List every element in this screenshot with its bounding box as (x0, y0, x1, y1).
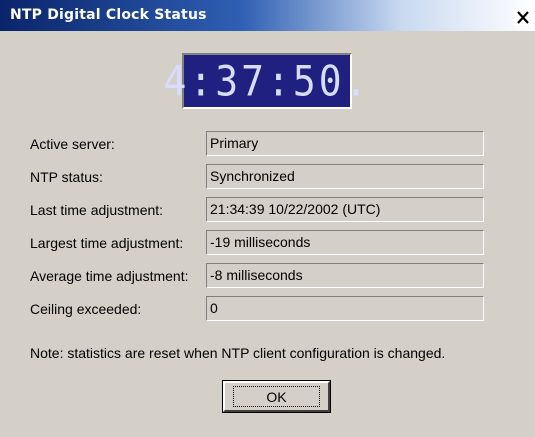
ceiling-exceeded-field: 0 (206, 296, 484, 321)
ntp-status-label: NTP status: (30, 169, 103, 185)
active-server-label: Active server: (30, 136, 115, 152)
title-bar[interactable]: NTP Digital Clock Status (0, 0, 535, 31)
ok-button-label: OK (233, 386, 320, 407)
ceiling-exceeded-label: Ceiling exceeded: (30, 301, 142, 317)
close-icon (516, 10, 530, 24)
statistics-note: Note: statistics are reset when NTP clie… (30, 345, 446, 361)
last-time-adjustment-label: Last time adjustment: (30, 202, 164, 218)
digital-clock-display: 4:37:50. (163, 53, 368, 109)
average-time-adjustment-label: Average time adjustment: (30, 268, 189, 284)
active-server-field: Primary (206, 131, 484, 156)
ntp-status-dialog: NTP Digital Clock Status 4:37:50. Active… (0, 0, 535, 437)
largest-time-adjustment-label: Largest time adjustment: (30, 235, 184, 251)
last-time-adjustment-field: 21:34:39 10/22/2002 (UTC) (206, 197, 484, 222)
ok-button[interactable]: OK (222, 380, 331, 413)
average-time-adjustment-field: -8 milliseconds (206, 263, 484, 288)
largest-time-adjustment-field: -19 milliseconds (206, 230, 484, 255)
window-title: NTP Digital Clock Status (10, 7, 207, 23)
close-button[interactable] (513, 8, 533, 26)
ntp-status-field: Synchronized (206, 164, 484, 189)
clock-time: 4:37:50. (163, 56, 371, 106)
